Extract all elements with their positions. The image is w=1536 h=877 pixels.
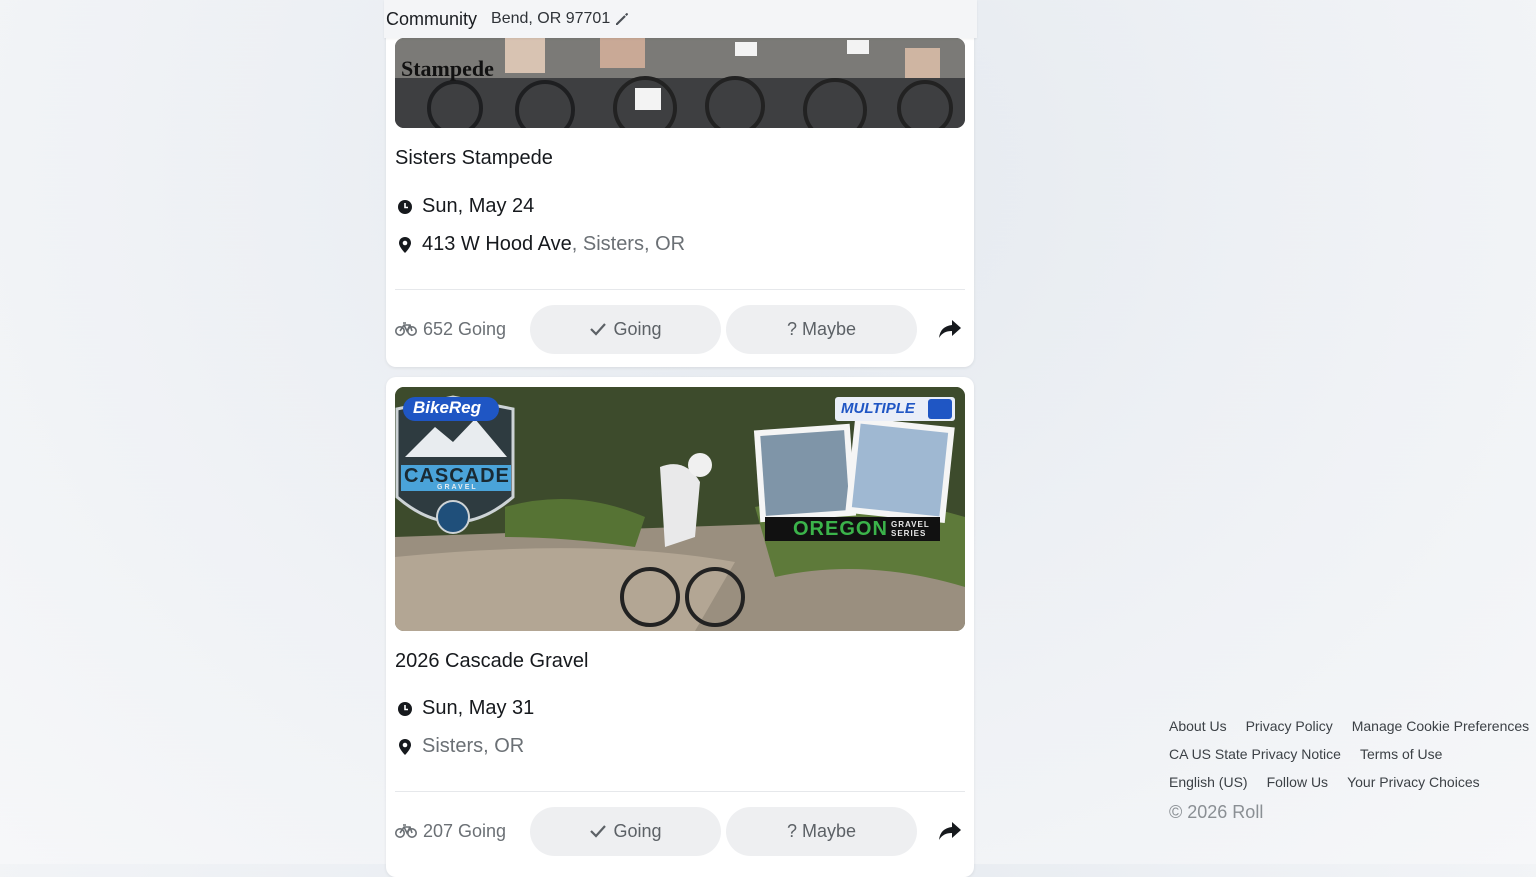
footer-link-privacy-policy[interactable]: Privacy Policy — [1246, 718, 1333, 734]
event-actions: 207 Going Going ? Maybe — [395, 806, 965, 856]
event-location-row: Sisters, OR — [397, 735, 524, 758]
location-text: Bend, OR 97701 — [491, 10, 611, 27]
event-date-row: Sun, May 31 — [397, 697, 534, 720]
footer-link-language[interactable]: English (US) — [1169, 774, 1248, 790]
location-pin-icon — [399, 738, 411, 755]
footer-row: CA US State Privacy Notice Terms of Use — [1169, 740, 1529, 768]
clock-icon — [398, 199, 412, 214]
event-card[interactable]: Stampede Sisters Stampede Sun, May 24 41… — [386, 0, 974, 367]
clock-icon — [398, 701, 412, 716]
going-button[interactable]: Going — [530, 806, 721, 856]
copyright: © 2026 Roll — [1169, 802, 1264, 822]
going-count-text: 207 Going — [423, 820, 507, 841]
maybe-button[interactable]: ? Maybe — [726, 806, 917, 856]
event-image[interactable]: Stampede — [395, 38, 965, 128]
footer-link-follow-us[interactable]: Follow Us — [1267, 774, 1328, 790]
top-bar: Community Bend, OR 97701 — [384, 0, 977, 38]
event-city: , Sisters, OR — [571, 233, 686, 255]
page-title: Community — [386, 8, 478, 29]
event-date-row: Sun, May 24 — [397, 195, 534, 218]
multiple-badge-text: MULTIPLE — [841, 400, 915, 417]
maybe-button[interactable]: ? Maybe — [726, 304, 917, 354]
share-icon — [939, 320, 961, 338]
event-image[interactable]: BikeReg MULTIPLE CASCADE GRAVEL OREGON G… — [395, 387, 965, 631]
maybe-button-label: ? Maybe — [786, 318, 857, 339]
image-overlay-text: Stampede — [401, 56, 494, 81]
going-button-label: Going — [613, 318, 662, 339]
going-count-text: 652 Going — [423, 318, 507, 339]
share-button[interactable] — [936, 315, 964, 343]
footer-link-about-us[interactable]: About Us — [1169, 718, 1227, 734]
footer-link-privacy-choices[interactable]: Your Privacy Choices — [1347, 774, 1480, 790]
bicycle-icon — [395, 824, 417, 838]
series-text: OREGON — [793, 518, 888, 540]
event-location-row: 413 W Hood Ave, Sisters, OR — [397, 233, 685, 256]
event-date: Sun, May 31 — [422, 697, 535, 719]
series-subtext: GRAVEL SERIES — [891, 520, 930, 538]
footer-link-cookie-preferences[interactable]: Manage Cookie Preferences — [1352, 718, 1529, 734]
event-address: 413 W Hood Ave — [422, 233, 572, 255]
logo-subtext: GRAVEL — [437, 484, 478, 491]
footer: About Us Privacy Policy Manage Cookie Pr… — [1169, 712, 1529, 823]
footer-link-ca-privacy-notice[interactable]: CA US State Privacy Notice — [1169, 746, 1341, 762]
divider — [395, 791, 965, 792]
footer-row: About Us Privacy Policy Manage Cookie Pr… — [1169, 712, 1529, 740]
pencil-icon[interactable] — [614, 11, 630, 27]
going-count: 652 Going — [395, 319, 530, 340]
event-card[interactable]: BikeReg MULTIPLE CASCADE GRAVEL OREGON G… — [386, 377, 974, 877]
checkmark-icon — [590, 825, 607, 838]
bicycle-icon — [395, 322, 417, 336]
event-actions: 652 Going Going ? Maybe — [395, 304, 965, 354]
brand-badge-text: BikeReg — [413, 398, 482, 417]
divider — [395, 289, 965, 290]
maybe-button-label: ? Maybe — [786, 820, 857, 841]
location-selector[interactable]: Bend, OR 97701 — [491, 10, 630, 28]
share-button[interactable] — [936, 817, 964, 845]
event-date: Sun, May 24 — [422, 195, 535, 217]
location-pin-icon — [399, 236, 411, 253]
checkmark-icon — [590, 323, 607, 336]
footer-row: English (US) Follow Us Your Privacy Choi… — [1169, 768, 1529, 796]
event-city: Sisters, OR — [422, 735, 525, 757]
event-title[interactable]: 2026 Cascade Gravel — [395, 650, 588, 673]
going-button[interactable]: Going — [530, 304, 721, 354]
going-button-label: Going — [613, 820, 662, 841]
going-count: 207 Going — [395, 821, 530, 842]
event-title[interactable]: Sisters Stampede — [395, 147, 553, 170]
share-icon — [939, 822, 961, 840]
footer-link-terms-of-use[interactable]: Terms of Use — [1360, 746, 1442, 762]
